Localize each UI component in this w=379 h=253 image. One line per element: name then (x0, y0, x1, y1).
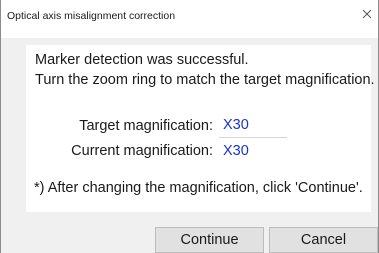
current-magnification-value: X30 (223, 143, 249, 159)
instruction-note: *) After changing the magnification, cli… (34, 180, 363, 196)
target-magnification-label: Target magnification: (79, 118, 213, 134)
content-panel: Marker detection was successful. Turn th… (26, 45, 375, 212)
continue-button[interactable]: Continue (155, 227, 264, 253)
message-line-2: Turn the zoom ring to match the target m… (35, 72, 375, 88)
close-icon (362, 9, 372, 19)
close-button[interactable] (356, 0, 378, 38)
window-title: Optical axis misalignment correction (7, 10, 176, 22)
target-magnification-value: X30 (219, 113, 287, 138)
cancel-button[interactable]: Cancel (269, 227, 378, 253)
message-line-1: Marker detection was successful. (35, 52, 249, 68)
dialog-window: Optical axis misalignment correction Mar… (0, 0, 379, 253)
title-bar: Optical axis misalignment correction (1, 0, 378, 38)
current-magnification-label: Current magnification: (71, 143, 213, 159)
